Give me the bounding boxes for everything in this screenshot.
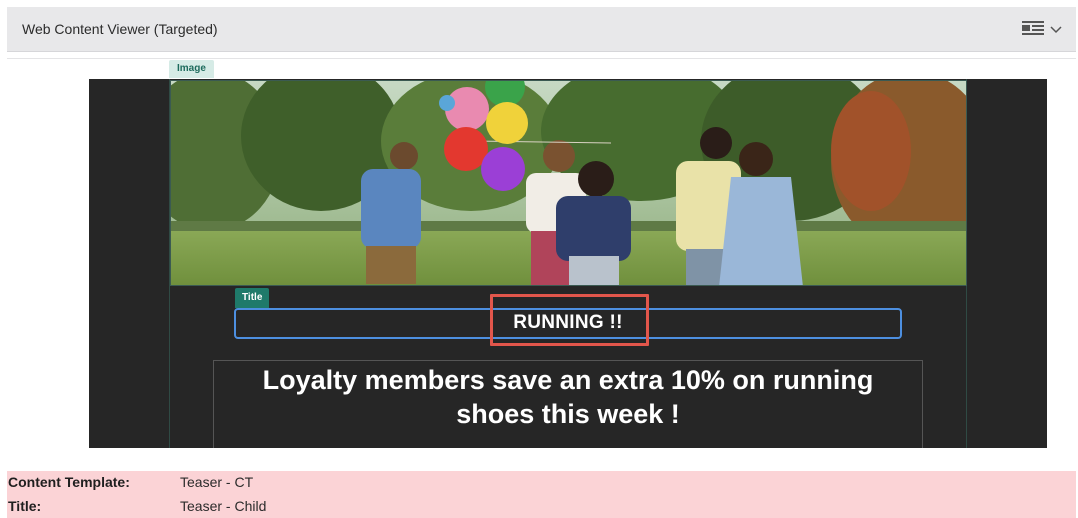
chevron-down-icon — [1050, 21, 1062, 39]
meta-row-content-template: Content Template: Teaser - CT — [7, 471, 1076, 493]
image-fragment-tag[interactable]: Image — [169, 60, 214, 78]
body-text-field[interactable]: Loyalty members save an extra 10% on run… — [213, 360, 923, 448]
hero-image[interactable] — [170, 80, 967, 286]
body-text[interactable]: Loyalty members save an extra 10% on run… — [244, 363, 892, 431]
content-metadata-panel: Content Template: Teaser - CT Title: Tea… — [7, 471, 1076, 518]
portlet-options-menu[interactable] — [1022, 20, 1062, 40]
title-text[interactable]: RUNNING !! — [513, 312, 623, 334]
meta-label: Content Template: — [8, 474, 130, 490]
list-options-icon — [1022, 20, 1044, 41]
portlet-title: Web Content Viewer (Targeted) — [22, 21, 218, 37]
header-divider — [7, 58, 1076, 59]
portlet-header: Web Content Viewer (Targeted) — [7, 7, 1076, 52]
meta-row-title: Title: Teaser - Child — [7, 495, 1076, 517]
meta-value: Teaser - CT — [180, 474, 254, 490]
title-field[interactable]: RUNNING !! — [234, 308, 902, 339]
meta-value: Teaser - Child — [180, 498, 267, 514]
title-fragment-tag[interactable]: Title — [235, 288, 270, 308]
meta-label: Title: — [8, 498, 42, 514]
content-stage: Title RUNNING !! Loyalty members save an… — [89, 79, 1047, 448]
